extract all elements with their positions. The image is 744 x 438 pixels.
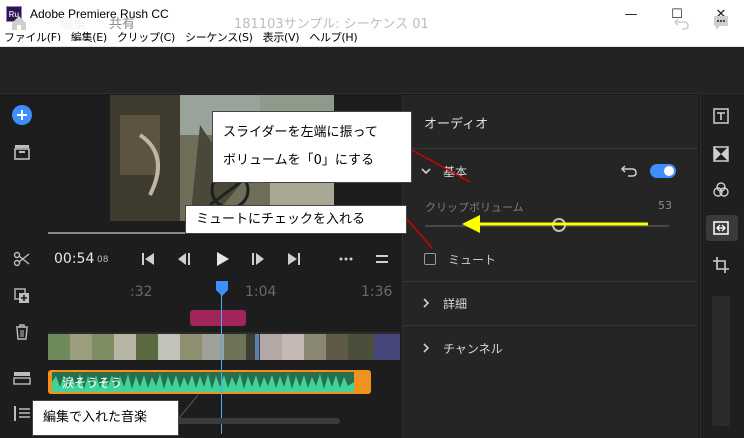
step-forward-icon[interactable] — [250, 251, 266, 267]
skip-to-start-icon[interactable] — [140, 251, 156, 267]
track-icon[interactable] — [12, 368, 32, 388]
skip-to-end-icon[interactable] — [286, 251, 302, 267]
app-window: Ru Adobe Premiere Rush CC — ☐ ✕ ファイル(F) … — [0, 0, 744, 438]
chevron-right-icon — [423, 298, 430, 308]
home-icon[interactable] — [10, 14, 28, 32]
section-channel-label: チャンネル — [443, 342, 503, 356]
app-header — [0, 47, 744, 94]
callout-text: ミュートにチェックを入れる — [196, 212, 366, 227]
play-icon[interactable] — [214, 251, 230, 267]
more-options-icon[interactable] — [338, 251, 354, 267]
playhead-handle[interactable] — [216, 281, 228, 296]
clip-volume-slider-thumb[interactable] — [552, 218, 566, 232]
timeline-scrollbar[interactable] — [176, 418, 340, 424]
title-clip[interactable] — [190, 310, 246, 326]
clip-volume-label: クリップボリューム — [425, 201, 524, 214]
scissors-icon[interactable] — [12, 249, 32, 269]
chevron-right-icon — [423, 343, 430, 353]
video-clip-thumbnails[interactable] — [48, 334, 400, 360]
callout-text: 編集で入れた音楽 — [43, 410, 148, 425]
mute-instruction-callout: ミュートにチェックを入れる — [185, 205, 407, 234]
audio-panel — [402, 95, 698, 438]
undo-icon[interactable] — [673, 14, 691, 32]
timecode: 00:54 — [54, 251, 95, 267]
track-list-icon[interactable] — [12, 403, 32, 423]
color-icon[interactable] — [712, 181, 730, 199]
right-panel-scroll — [712, 296, 730, 426]
project-title: 181103サンプル: シーケンス 01 — [234, 17, 429, 32]
tick-label: 1:36 — [361, 284, 393, 300]
mute-checkbox[interactable] — [424, 253, 436, 265]
add-icon[interactable] — [12, 105, 32, 125]
panel-title: オーディオ — [424, 117, 489, 132]
callout-leader-line — [178, 394, 199, 419]
window-title: Adobe Premiere Rush CC — [30, 7, 169, 21]
duplicate-icon[interactable] — [12, 286, 32, 306]
slider-instruction-callout: スライダーを左端に振って ボリュームを「0」にする — [212, 111, 412, 183]
tab-edit[interactable]: 編集 — [60, 13, 86, 32]
playhead-line — [221, 294, 222, 434]
preview-scrub-progress — [48, 232, 198, 234]
transitions-icon[interactable] — [712, 145, 730, 163]
step-back-icon[interactable] — [176, 251, 192, 267]
active-tab-indicator — [58, 41, 88, 43]
mute-label[interactable]: ミュート — [448, 251, 496, 268]
section-detail-label: 詳細 — [443, 297, 468, 311]
audio-clip-name: 涙そうそう — [62, 376, 123, 390]
tick-label: 1:04 — [245, 284, 277, 300]
section-basic-label: 基本 — [443, 165, 468, 179]
music-callout: 編集で入れた音楽 — [32, 400, 179, 436]
toggle-knob — [664, 166, 674, 176]
crop-icon[interactable] — [712, 256, 730, 274]
callout-text: スライダーを左端に振って — [223, 125, 378, 140]
trash-icon[interactable] — [12, 322, 32, 342]
chat-icon[interactable] — [712, 14, 730, 32]
callout-text: ボリュームを「0」にする — [223, 153, 375, 168]
clip-volume-slider[interactable] — [425, 225, 669, 227]
reset-icon[interactable] — [620, 163, 638, 179]
media-icon[interactable] — [12, 142, 32, 162]
timecode-frames: 08 — [97, 255, 109, 265]
titles-icon[interactable] — [712, 107, 730, 125]
clip-volume-value[interactable]: 53 — [658, 199, 672, 212]
audio-icon[interactable] — [712, 219, 730, 237]
tick-label: :32 — [130, 284, 153, 300]
minimize-button[interactable]: — — [608, 0, 654, 28]
fullscreen-menu-icon[interactable] — [374, 251, 390, 267]
tab-share[interactable]: 共有 — [109, 13, 135, 32]
chevron-down-icon — [421, 168, 431, 175]
